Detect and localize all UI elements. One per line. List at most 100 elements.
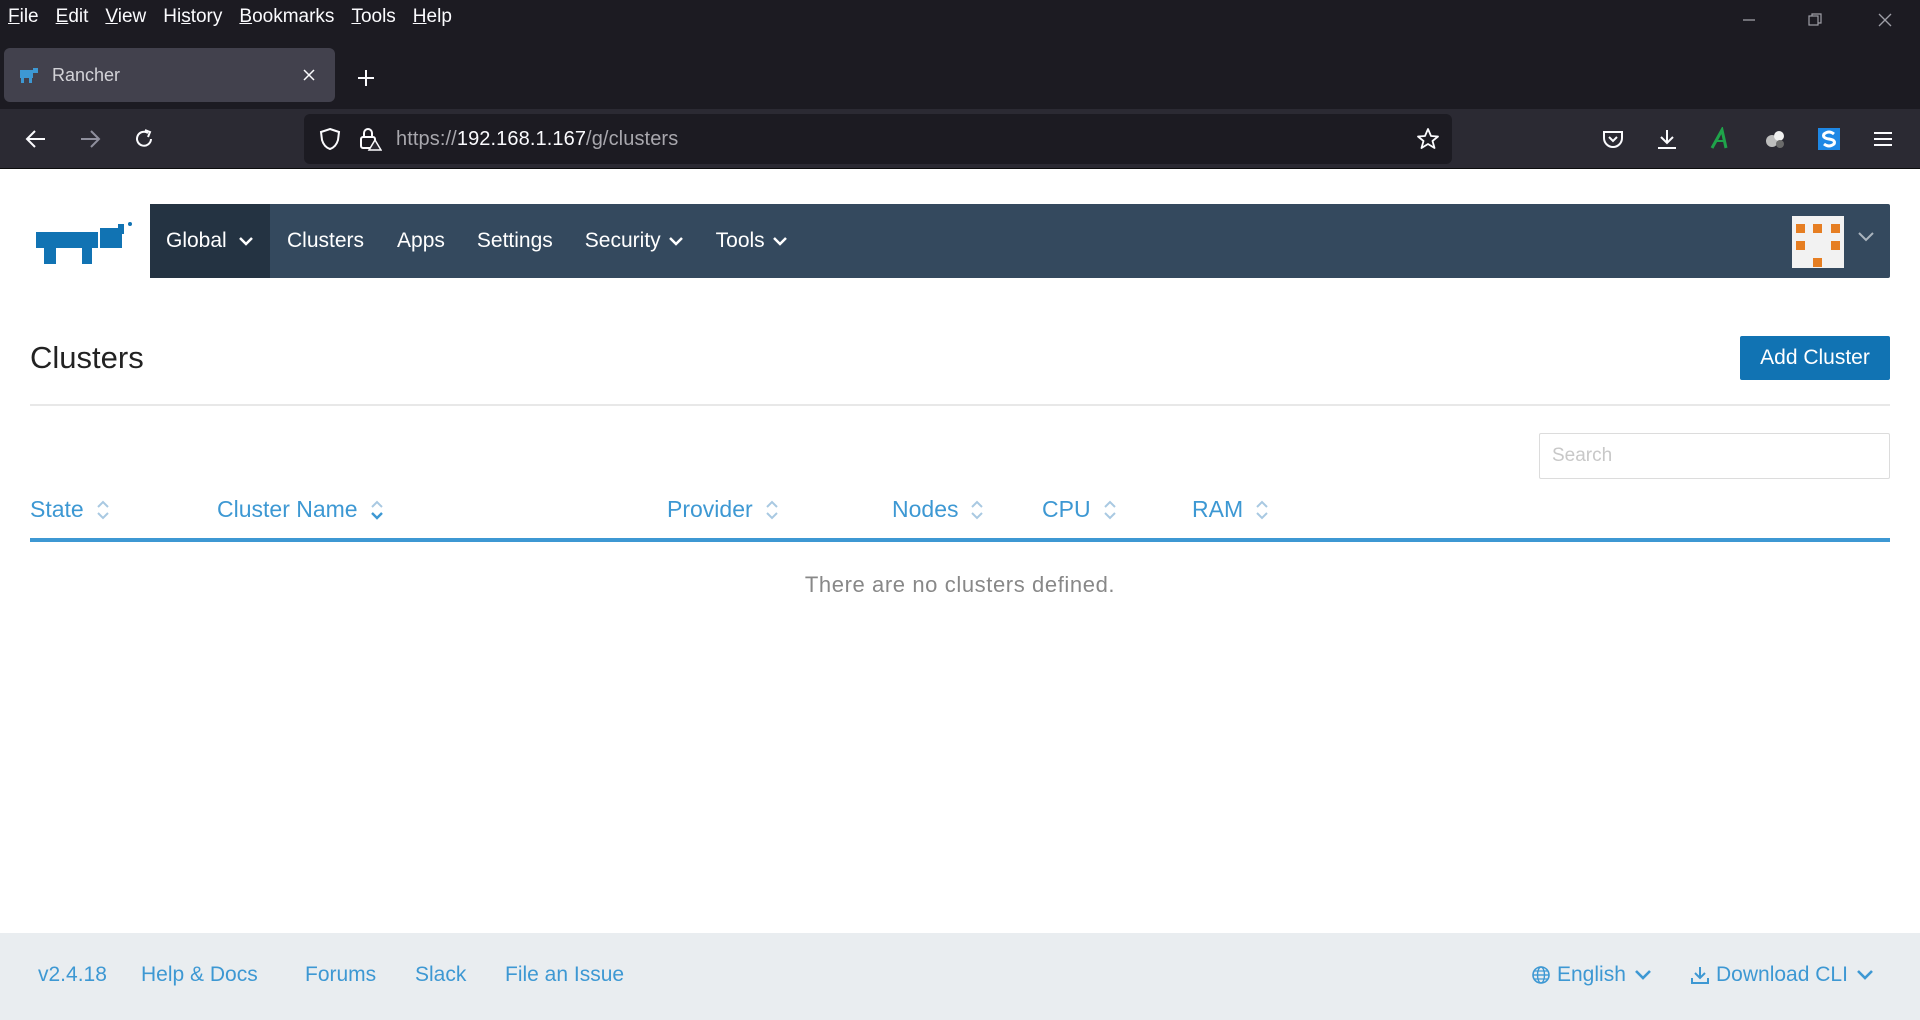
rancher-logo-dot: [128, 222, 132, 226]
chevron-down-icon: [1634, 970, 1651, 980]
nav-tools-dropdown[interactable]: Tools: [716, 229, 787, 253]
sort-descending-icon: [370, 498, 384, 522]
reload-button[interactable]: [123, 118, 165, 160]
page-title: Clusters: [30, 340, 144, 375]
reload-icon: [136, 129, 152, 147]
extension-ball-icon: [1766, 131, 1784, 148]
lock-warning-icon[interactable]: [350, 119, 390, 159]
menu-tools[interactable]: Tools: [351, 6, 395, 28]
extension-a-button[interactable]: [1700, 118, 1742, 160]
nav-security-dropdown[interactable]: Security: [585, 229, 683, 253]
download-icon: [1691, 967, 1709, 984]
column-label: Provider: [667, 496, 753, 522]
nav-apps[interactable]: Apps: [397, 229, 445, 253]
shield-icon[interactable]: [310, 119, 350, 159]
column-header-cpu[interactable]: CPU: [1042, 496, 1117, 523]
download-cli-dropdown[interactable]: Download CLI: [1690, 963, 1874, 987]
back-button[interactable]: [15, 118, 57, 160]
download-cli-label: Download CLI: [1716, 963, 1848, 986]
restore-icon: [1808, 13, 1822, 26]
close-icon: [303, 69, 315, 81]
tab-strip: Rancher: [0, 34, 1920, 109]
rancher-logo[interactable]: [30, 218, 134, 278]
pocket-button[interactable]: [1592, 118, 1634, 160]
rancher-app: Global Clusters Apps Settings Security T…: [0, 170, 1920, 1020]
sort-icon: [765, 498, 779, 522]
empty-state-message: There are no clusters defined.: [804, 572, 1116, 597]
browser-nav-bar: https://192.168.1.167/g/clusters: [0, 109, 1920, 169]
column-label: Nodes: [892, 496, 959, 522]
bookmark-star-button[interactable]: [1408, 119, 1448, 159]
sort-icon: [96, 498, 110, 522]
menu-history[interactable]: History: [163, 6, 222, 28]
column-label: RAM: [1192, 496, 1244, 522]
footer-help-docs-link[interactable]: Help & Docs: [141, 963, 258, 987]
nav-tools-label: Tools: [715, 229, 765, 252]
menu-edit[interactable]: Edit: [56, 6, 89, 28]
forward-button[interactable]: [69, 118, 111, 160]
footer-slack-link[interactable]: Slack: [415, 963, 466, 987]
nav-global-dropdown[interactable]: Global: [150, 204, 270, 278]
arrow-right-icon: [81, 130, 101, 148]
url-bar[interactable]: https://192.168.1.167/g/clusters: [304, 114, 1452, 164]
search-input[interactable]: [1539, 433, 1890, 479]
extension-s-icon: [1818, 128, 1840, 150]
column-header-ram[interactable]: RAM: [1192, 496, 1269, 523]
user-avatar[interactable]: [1792, 216, 1844, 268]
language-label: English: [1557, 963, 1626, 986]
tab-close-button[interactable]: [289, 55, 329, 95]
menu-bookmarks[interactable]: Bookmarks: [239, 6, 334, 28]
chevron-down-icon: [238, 237, 253, 246]
extension-a-icon: [1710, 127, 1728, 149]
download-icon: [1658, 130, 1676, 149]
pocket-icon: [1603, 131, 1623, 148]
footer: v2.4.18 Help & Docs Forums Slack File an…: [0, 933, 1920, 1020]
app-menu-button[interactable]: [1862, 118, 1904, 160]
column-header-state[interactable]: State: [30, 496, 110, 523]
rancher-favicon-icon: [20, 68, 38, 83]
footer-forums-link[interactable]: Forums: [305, 963, 376, 987]
table-header: State Cluster Name Provider Nodes CPU RA…: [30, 496, 1890, 540]
close-icon: [1878, 13, 1892, 27]
extension-s-button[interactable]: [1808, 118, 1850, 160]
downloads-button[interactable]: [1646, 118, 1688, 160]
header-divider: [30, 404, 1890, 406]
tab-rancher[interactable]: Rancher: [4, 48, 335, 102]
nav-global-label: Global: [166, 229, 227, 252]
chevron-down-icon: [1856, 970, 1873, 980]
rancher-logo-horn: [118, 224, 124, 234]
minimize-icon: [1743, 19, 1755, 21]
add-cluster-button[interactable]: Add Cluster: [1740, 336, 1890, 380]
chevron-down-icon: [668, 237, 683, 246]
menu-file[interactable]: File: [8, 6, 39, 28]
new-tab-button[interactable]: [346, 58, 386, 98]
globe-icon: [1532, 966, 1550, 984]
column-header-nodes[interactable]: Nodes: [892, 496, 984, 523]
rancher-logo-body: [36, 232, 98, 264]
footer-file-issue-link[interactable]: File an Issue: [505, 963, 624, 987]
sort-icon: [1103, 498, 1117, 522]
sort-icon: [970, 498, 984, 522]
plus-icon: [358, 70, 374, 86]
hamburger-icon: [1874, 132, 1892, 146]
app-nav-bar: Global Clusters Apps Settings Security T…: [150, 204, 1890, 278]
extension-ball-button[interactable]: [1754, 118, 1796, 160]
url-text[interactable]: https://192.168.1.167/g/clusters: [396, 128, 678, 151]
arrow-left-icon: [25, 130, 45, 148]
chevron-down-icon: [772, 237, 787, 246]
column-label: CPU: [1042, 496, 1091, 522]
column-label: Cluster Name: [217, 496, 358, 522]
language-dropdown[interactable]: English: [1531, 963, 1652, 987]
table-header-divider: [30, 538, 1890, 542]
sort-icon: [1255, 498, 1269, 522]
chevron-down-icon[interactable]: [1858, 231, 1874, 243]
nav-security-label: Security: [584, 229, 661, 252]
column-header-provider[interactable]: Provider: [667, 496, 779, 523]
nav-settings[interactable]: Settings: [477, 229, 553, 253]
menu-help[interactable]: Help: [413, 6, 452, 28]
menu-view[interactable]: View: [105, 6, 146, 28]
nav-clusters[interactable]: Clusters: [287, 229, 364, 253]
tab-title: Rancher: [52, 64, 121, 85]
column-header-cluster-name[interactable]: Cluster Name: [217, 496, 384, 523]
footer-version-link[interactable]: v2.4.18: [38, 963, 107, 987]
